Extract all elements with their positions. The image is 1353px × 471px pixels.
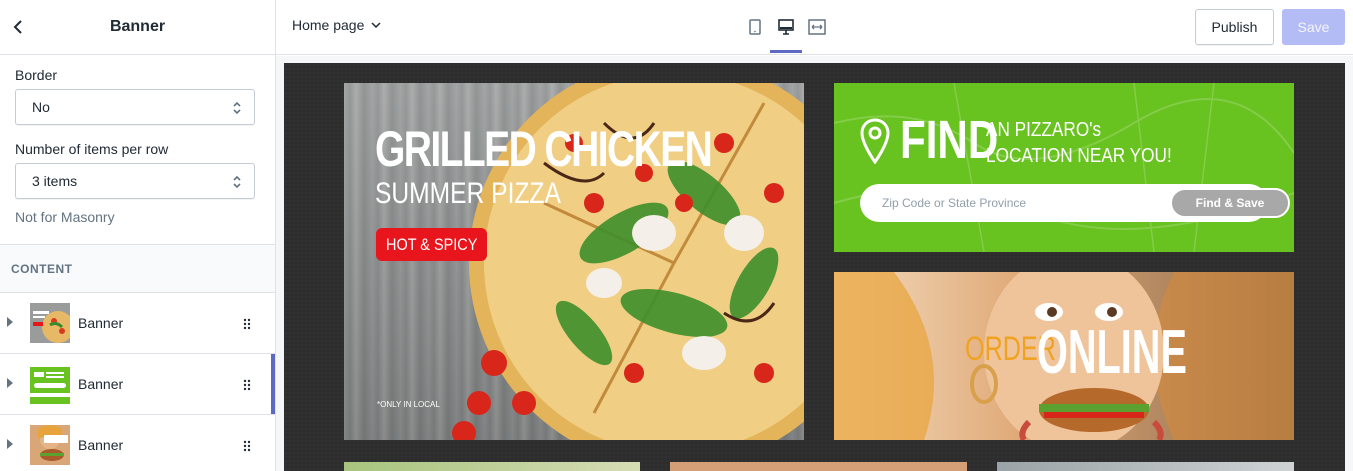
online-text: ONLINE	[1037, 318, 1187, 387]
banner-subheadline: SUMMER PIZZA	[375, 177, 561, 210]
page-selector-label: Home page	[292, 17, 365, 33]
block-label: Banner	[78, 376, 124, 392]
expand-caret-icon[interactable]	[7, 317, 13, 327]
hot-spicy-badge: HOT & SPICY	[376, 228, 487, 261]
content-heading: CONTENT	[0, 245, 275, 293]
expand-caret-icon[interactable]	[7, 378, 13, 388]
banner-order-online[interactable]: ORDER ONLINE	[834, 272, 1294, 440]
block-label: Banner	[78, 437, 124, 453]
find-tagline-line-1: AN PIZZARO's	[986, 119, 1102, 141]
banner-thumbnail	[30, 425, 70, 465]
items-per-row-select[interactable]: 3 items	[15, 163, 255, 199]
block-row-banner-1[interactable]: Banner	[0, 293, 275, 354]
sidebar-header: Banner	[0, 0, 275, 55]
find-tagline: AN PIZZARO's LOCATION NEAR YOU!	[986, 117, 1172, 169]
drag-handle-icon[interactable]	[243, 379, 251, 391]
location-pin-icon	[860, 118, 890, 164]
border-select[interactable]: No	[15, 89, 255, 125]
badge-text: HOT & SPICY	[385, 234, 478, 254]
fullscreen-icon	[808, 19, 826, 35]
page-selector[interactable]: Home page	[292, 17, 381, 33]
location-search-form: Zip Code or State Province Find & Save	[860, 184, 1290, 222]
find-headline: FIND	[900, 110, 999, 170]
border-label: Border	[15, 67, 58, 83]
select-arrows-icon	[233, 175, 241, 189]
block-label: Banner	[78, 315, 124, 331]
banner-footnote: *ONLY IN LOCAL	[377, 400, 440, 409]
expand-caret-icon[interactable]	[7, 439, 13, 449]
preview-frame: GRILLED CHICKEN SUMMER PIZZA HOT & SPICY…	[284, 63, 1345, 471]
mobile-view-button[interactable]	[739, 14, 771, 40]
editor-topbar: Home page Publish Save	[276, 0, 1353, 55]
banner-headline: GRILLED CHICKEN	[375, 121, 713, 177]
find-tagline-line-2: LOCATION NEAR YOU!	[986, 145, 1172, 167]
banner-find-location[interactable]: FIND AN PIZZARO's LOCATION NEAR YOU! Zip…	[834, 83, 1294, 252]
banner-bottom-2[interactable]	[670, 462, 967, 471]
theme-preview: GRILLED CHICKEN SUMMER PIZZA HOT & SPICY…	[276, 56, 1353, 471]
items-per-row-help: Not for Masonry	[15, 209, 115, 225]
items-per-row-value: 3 items	[32, 173, 78, 189]
find-save-button[interactable]: Find & Save	[1170, 188, 1290, 218]
drag-handle-icon[interactable]	[243, 318, 251, 330]
items-per-row-label: Number of items per row	[15, 141, 169, 157]
save-button[interactable]: Save	[1282, 9, 1345, 45]
banner-bottom-3[interactable]	[997, 462, 1294, 471]
border-select-value: No	[32, 99, 50, 115]
fullscreen-view-button[interactable]	[801, 14, 833, 40]
desktop-view-button[interactable]	[770, 14, 802, 53]
sidebar-title: Banner	[109, 18, 166, 35]
banner-bottom-1[interactable]	[344, 462, 640, 471]
back-arrow-icon[interactable]	[8, 17, 28, 37]
settings-panel: Border No Number of items per row 3 item…	[0, 55, 275, 245]
banner-thumbnail	[30, 364, 70, 404]
drag-handle-icon[interactable]	[243, 440, 251, 452]
zip-code-input[interactable]: Zip Code or State Province	[882, 196, 1026, 210]
block-row-banner-3[interactable]: Banner	[0, 415, 275, 471]
select-arrows-icon	[233, 101, 241, 115]
mobile-icon	[749, 19, 761, 35]
block-row-banner-2[interactable]: Banner	[0, 354, 275, 415]
banner-thumbnail	[30, 303, 70, 343]
publish-button[interactable]: Publish	[1195, 9, 1274, 45]
sidebar: Banner Border No Number of items per row…	[0, 0, 276, 471]
banner-grilled-chicken[interactable]: GRILLED CHICKEN SUMMER PIZZA HOT & SPICY…	[344, 83, 804, 440]
desktop-icon	[778, 19, 794, 35]
chevron-down-icon	[371, 22, 381, 28]
